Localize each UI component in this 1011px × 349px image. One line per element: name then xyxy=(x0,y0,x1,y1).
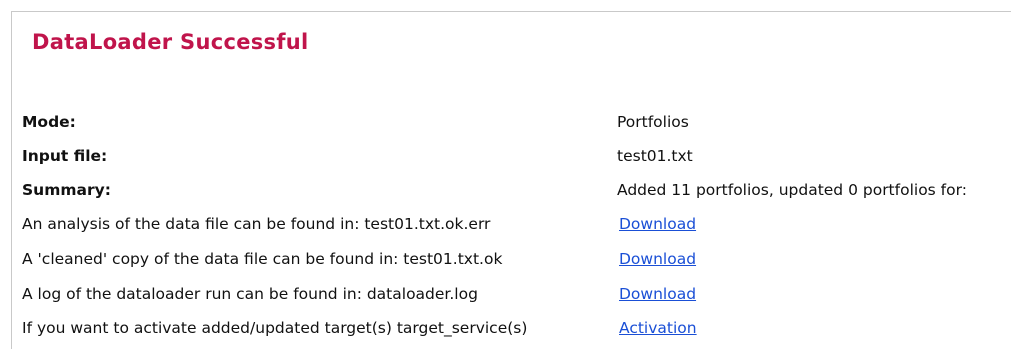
download-analysis-link[interactable]: Download xyxy=(619,215,696,233)
mode-row: Mode: Portfolios xyxy=(22,113,1007,143)
summary-label: Summary: xyxy=(22,181,111,199)
log-text: A log of the dataloader run can be found… xyxy=(22,285,478,303)
activation-text: If you want to activate added/updated ta… xyxy=(22,319,528,337)
log-row: A log of the dataloader run can be found… xyxy=(22,285,1007,315)
activation-row: If you want to activate added/updated ta… xyxy=(22,319,1007,349)
input-file-row: Input file: test01.txt xyxy=(22,147,1007,177)
download-log-link[interactable]: Download xyxy=(619,285,696,303)
mode-value: Portfolios xyxy=(617,113,689,131)
cleaned-row: A 'cleaned' copy of the data file can be… xyxy=(22,250,1007,280)
cleaned-text: A 'cleaned' copy of the data file can be… xyxy=(22,250,503,268)
analysis-row: An analysis of the data file can be foun… xyxy=(22,215,1007,245)
activation-link[interactable]: Activation xyxy=(619,319,697,337)
input-file-label: Input file: xyxy=(22,147,108,165)
mode-label: Mode: xyxy=(22,113,76,131)
summary-row: Summary: Added 11 portfolios, updated 0 … xyxy=(22,181,1007,211)
analysis-text: An analysis of the data file can be foun… xyxy=(22,215,491,233)
download-cleaned-link[interactable]: Download xyxy=(619,250,696,268)
page-title: DataLoader Successful xyxy=(32,30,309,54)
input-file-value: test01.txt xyxy=(617,147,693,165)
summary-value: Added 11 portfolios, updated 0 portfolio… xyxy=(617,181,967,199)
